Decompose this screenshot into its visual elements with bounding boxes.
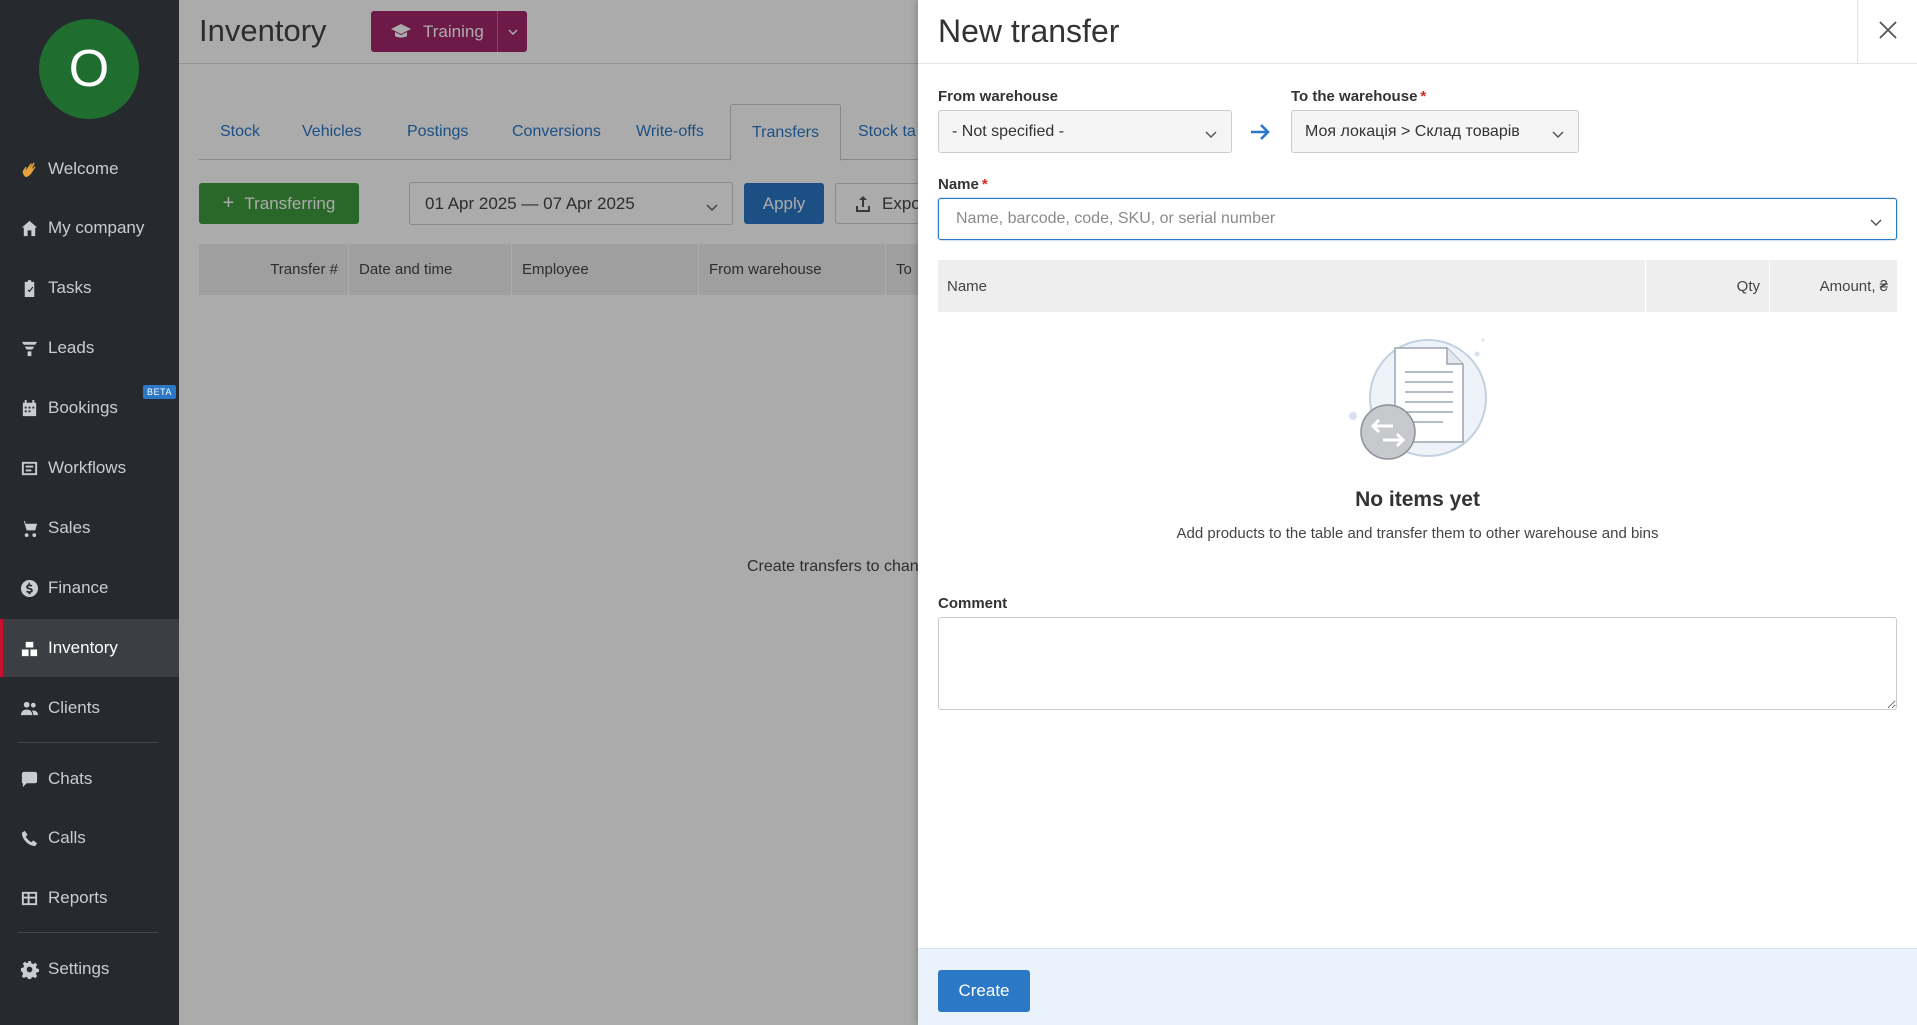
sidebar-item-label: Bookings (48, 398, 118, 417)
sidebar-item-label: Chats (48, 769, 93, 788)
workflow-icon (18, 457, 40, 479)
empty-items-title: No items yet (1355, 488, 1480, 511)
sidebar-item-sales[interactable]: Sales (0, 499, 179, 557)
sidebar-divider (18, 742, 158, 743)
sidebar-item-reports[interactable]: Reports (0, 869, 179, 927)
sidebar-item-label: Sales (48, 518, 91, 537)
chevron-down-icon (1205, 126, 1217, 144)
funnel-icon (18, 337, 40, 359)
sidebar-item-clients[interactable]: Clients (0, 679, 179, 737)
phone-icon (18, 827, 40, 849)
sidebar-item-tasks[interactable]: Tasks (0, 259, 179, 317)
name-label-text: Name (938, 176, 979, 193)
chat-icon (18, 768, 40, 790)
drawer-footer: Create (918, 948, 1917, 1025)
sidebar-item-label: My company (48, 218, 145, 237)
to-warehouse-label-text: To the warehouse (1291, 88, 1418, 105)
sidebar-item-label: Settings (48, 959, 110, 978)
calendar-icon (18, 397, 40, 419)
beta-badge: BETA (143, 385, 176, 399)
comment-label-text: Comment (938, 595, 1008, 612)
chevron-down-icon (1552, 126, 1564, 144)
comment-field[interactable] (938, 617, 1897, 710)
drawer-header: New transfer (918, 0, 1917, 64)
sidebar-item-label: Clients (48, 698, 100, 717)
close-icon (1878, 20, 1898, 45)
sidebar-item-label: Welcome (48, 159, 119, 178)
new-transfer-drawer: New transfer From warehouse - Not specif… (918, 0, 1917, 1025)
col-name: Name (947, 277, 988, 295)
to-warehouse-select[interactable]: Моя локація > Склад товарів (1291, 110, 1579, 153)
name-label: Name * (938, 176, 988, 193)
create-button[interactable]: Create (938, 970, 1030, 1012)
from-warehouse-select[interactable]: - Not specified - (938, 110, 1232, 153)
sidebar-item-label: Workflows (48, 458, 127, 477)
close-button[interactable] (1857, 0, 1917, 64)
product-search-input[interactable] (938, 198, 1897, 240)
to-warehouse-value: Моя локація > Склад товарів (1305, 122, 1520, 140)
sidebar-item-workflows[interactable]: Workflows (0, 439, 179, 497)
home-icon (18, 217, 40, 239)
wave-icon (18, 158, 40, 180)
comment-label: Comment (938, 595, 1007, 612)
sidebar-item-label: Reports (48, 888, 108, 907)
sidebar-item-label: Tasks (48, 278, 92, 297)
items-table-header: Name Qty Amount, ₴ (938, 260, 1897, 312)
sidebar-item-welcome[interactable]: Welcome (0, 140, 179, 198)
from-warehouse-label-text: From warehouse (938, 88, 1059, 105)
required-mark: * (1420, 88, 1427, 105)
people-icon (18, 697, 40, 719)
sidebar-item-chats[interactable]: Chats (0, 750, 179, 808)
sidebar-item-label: Finance (48, 578, 109, 597)
required-mark: * (981, 176, 988, 193)
arrow-right-icon (1248, 120, 1272, 149)
empty-items-subtitle: Add products to the table and transfer t… (1176, 525, 1659, 542)
avatar[interactable]: O (39, 19, 139, 119)
sidebar: O Welcome My company Tasks Leads Booking… (0, 0, 179, 1025)
sidebar-item-leads[interactable]: Leads (0, 319, 179, 377)
sidebar-item-label: Inventory (48, 638, 118, 657)
table-icon (18, 887, 40, 909)
sidebar-item-label: Calls (48, 828, 86, 847)
gear-icon (18, 958, 40, 980)
from-warehouse-value: - Not specified - (952, 122, 1065, 140)
modal-overlay[interactable] (179, 0, 918, 1025)
boxes-icon (18, 637, 40, 659)
sidebar-item-finance[interactable]: Finance (0, 559, 179, 617)
sidebar-divider (18, 932, 158, 933)
sidebar-item-calls[interactable]: Calls (0, 809, 179, 867)
from-warehouse-label: From warehouse (938, 88, 1058, 105)
sidebar-item-inventory[interactable]: Inventory (0, 619, 179, 677)
drawer-title: New transfer (938, 13, 1120, 49)
sidebar-item-label: Leads (48, 338, 95, 357)
clipboard-icon (18, 277, 40, 299)
sidebar-item-settings[interactable]: Settings (0, 940, 179, 998)
col-qty: Qty (1736, 277, 1760, 295)
to-warehouse-label: To the warehouse * (1291, 88, 1426, 105)
empty-transfer-illustration (1349, 338, 1487, 460)
sidebar-item-bookings[interactable]: Bookings BETA (0, 379, 179, 437)
cart-icon (18, 517, 40, 539)
app: O Welcome My company Tasks Leads Booking… (0, 0, 1917, 1025)
sidebar-item-my-company[interactable]: My company (0, 199, 179, 257)
chevron-down-icon[interactable] (1870, 214, 1882, 232)
col-amount: Amount, ₴ (1819, 277, 1888, 295)
dollar-icon (18, 577, 40, 599)
